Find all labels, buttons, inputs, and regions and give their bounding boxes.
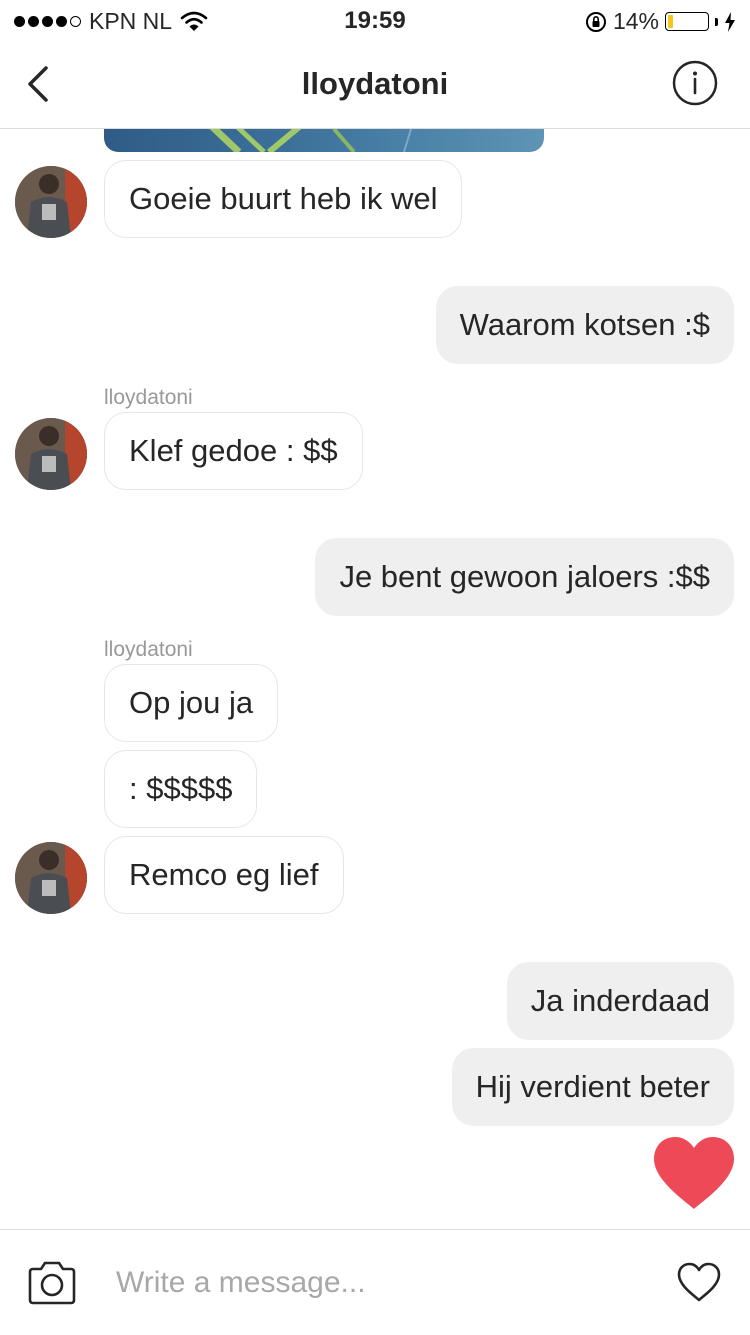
camera-icon <box>28 1261 76 1305</box>
camera-button[interactable] <box>26 1260 78 1306</box>
heart-icon[interactable] <box>652 1135 736 1211</box>
sender-name: lloydatoni <box>104 638 193 661</box>
heart-outline-icon <box>677 1262 721 1302</box>
message-bubble-incoming[interactable]: : $$$$$ <box>104 750 258 828</box>
message-thread[interactable]: Goeie buurt heb ik wel Waarom kotsen :$ … <box>0 129 750 1229</box>
battery-percent: 14% <box>612 8 659 34</box>
sender-name: lloydatoni <box>104 386 193 409</box>
battery-icon <box>665 12 709 31</box>
conversation-title[interactable]: lloydatoni <box>0 66 750 102</box>
message-bubble-outgoing[interactable]: Waarom kotsen :$ <box>435 286 734 364</box>
chat-header: lloydatoni <box>0 40 750 129</box>
orientation-lock-icon <box>585 11 606 32</box>
charging-bolt-icon <box>725 11 735 32</box>
info-button[interactable] <box>672 60 718 106</box>
message-bubble-incoming[interactable]: Op jou ja <box>104 664 279 742</box>
message-bubble-outgoing[interactable]: Hij verdient beter <box>451 1048 734 1126</box>
message-bubble-incoming[interactable]: Goeie buurt heb ik wel <box>104 160 463 238</box>
message-input[interactable] <box>116 1260 616 1306</box>
like-button[interactable] <box>676 1261 722 1303</box>
shared-image-message[interactable] <box>104 129 544 152</box>
battery-status: 14% <box>585 8 736 35</box>
avatar[interactable] <box>15 842 87 914</box>
info-icon <box>672 60 718 106</box>
message-bubble-incoming[interactable]: Remco eg lief <box>104 836 344 914</box>
status-bar: KPN NL 19:59 14% <box>0 0 750 40</box>
avatar[interactable] <box>15 418 87 490</box>
message-bubble-outgoing[interactable]: Ja inderdaad <box>506 962 734 1040</box>
message-composer <box>0 1229 750 1335</box>
message-bubble-incoming[interactable]: Klef gedoe : $$ <box>104 412 363 490</box>
avatar[interactable] <box>15 166 87 238</box>
message-bubble-outgoing[interactable]: Je bent gewoon jaloers :$$ <box>315 538 734 616</box>
